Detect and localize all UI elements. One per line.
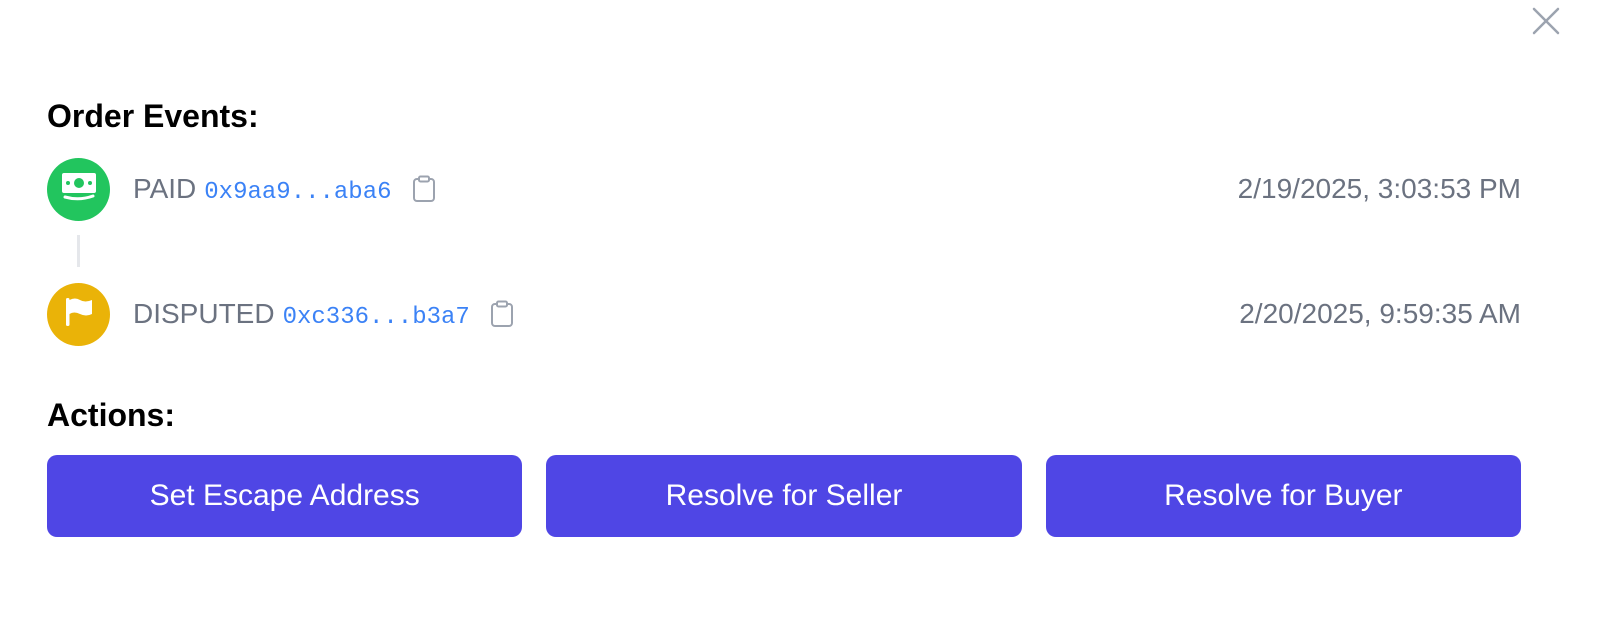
event-status-label: DISPUTED (133, 297, 275, 329)
transaction-hash-link[interactable]: 0xc336...b3a7 (283, 304, 470, 331)
transaction-hash-link[interactable]: 0x9aa9...aba6 (204, 179, 391, 206)
timeline-connector (77, 235, 80, 267)
actions-heading: Actions: (47, 397, 175, 433)
event-status-label: PAID (133, 172, 197, 204)
flag-icon (62, 295, 96, 334)
close-icon (1531, 6, 1561, 41)
order-events-heading: Order Events: (47, 98, 259, 134)
event-info: DISPUTED 0xc336...b3a7 (133, 298, 514, 331)
clipboard-icon[interactable] (412, 175, 436, 203)
resolve-for-buyer-button[interactable]: Resolve for Buyer (1045, 455, 1521, 537)
set-escape-address-button[interactable]: Set Escape Address (47, 455, 523, 537)
actions-button-group: Set Escape Address Resolve for Seller Re… (47, 455, 1521, 537)
event-row-disputed: DISPUTED 0xc336...b3a7 2/20/2025, 9:59:3… (47, 282, 1521, 346)
paid-status-badge (47, 157, 110, 221)
money-bill-icon (61, 171, 97, 208)
event-info: PAID 0x9aa9...aba6 (133, 173, 436, 206)
disputed-status-badge (47, 282, 110, 346)
event-row-paid: PAID 0x9aa9...aba6 2/19/2025, 3:03:53 PM (47, 157, 1521, 221)
resolve-for-seller-button[interactable]: Resolve for Seller (546, 455, 1022, 537)
clipboard-icon[interactable] (490, 300, 514, 328)
event-timestamp: 2/19/2025, 3:03:53 PM (1237, 173, 1521, 204)
event-timestamp: 2/20/2025, 9:59:35 AM (1239, 298, 1521, 329)
close-button[interactable] (1529, 6, 1563, 40)
